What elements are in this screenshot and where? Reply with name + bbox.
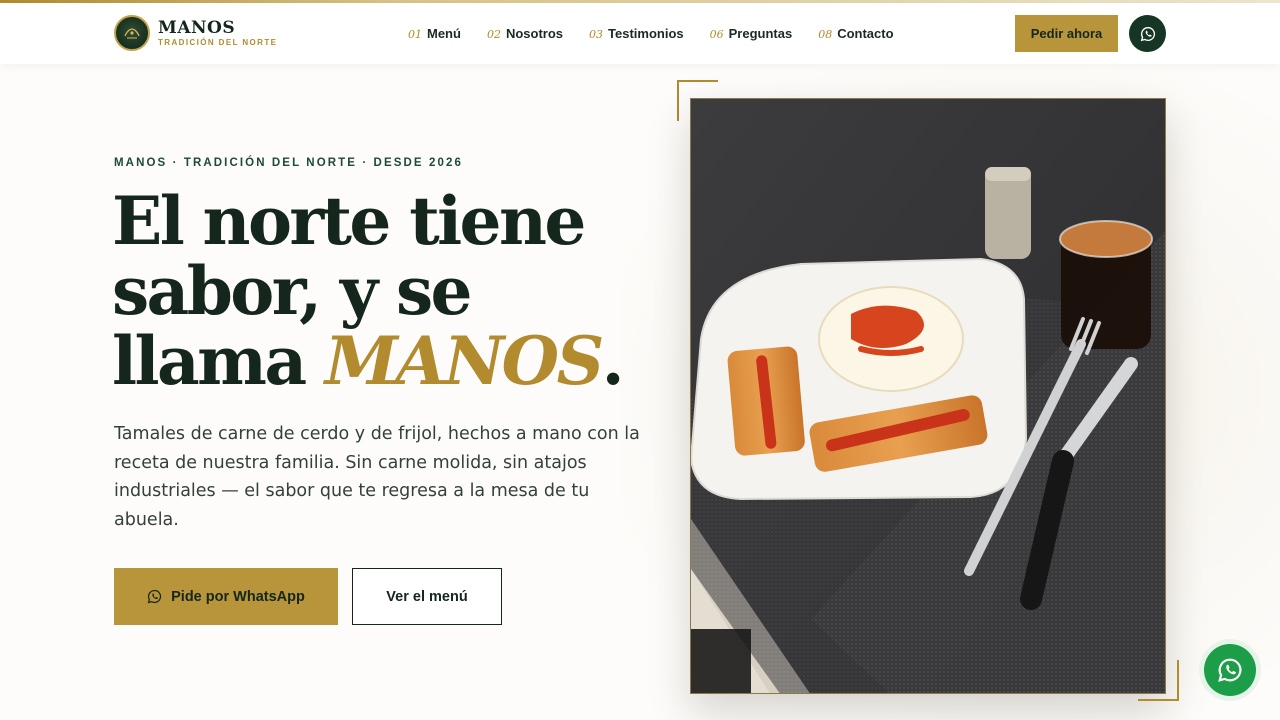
logo[interactable]: MANOS TRADICIÓN DEL NORTE [114,15,277,51]
header-whatsapp-button[interactable] [1129,15,1166,52]
nav-label: Preguntas [728,25,793,41]
nav-item-contacto[interactable]: 08 Contacto [818,26,893,41]
nav-item-testimonios[interactable]: 03 Testimonios [589,26,684,41]
hero-title: El norte tiene sabor, y se llama MANOS. [112,186,632,396]
nav-label: Testimonios [608,25,684,41]
whatsapp-icon [147,589,162,604]
hero-title-line2: sabor, y se [112,252,473,330]
hero-food-photo [690,98,1166,694]
floating-whatsapp-button[interactable] [1199,639,1261,701]
hero-title-line3-prefix: llama [112,322,325,400]
hero-title-line1: El norte tiene [112,182,586,260]
nav-number: 08 [818,27,833,41]
brand-tagline: TRADICIÓN DEL NORTE [158,37,278,47]
hero-title-accent: MANOS [324,322,604,400]
hero-eyebrow: MANOS · TRADICIÓN DEL NORTE · DESDE 2026 [114,157,463,169]
hero-title-period: . [601,322,625,400]
order-now-button[interactable]: Pedir ahora [1015,15,1118,52]
nav-label: Nosotros [505,25,564,41]
whatsapp-order-label: Pide por WhatsApp [171,588,305,605]
hero-lead: Tamales de carne de cerdo y de frijol, h… [114,424,640,530]
nav-item-preguntas[interactable]: 06 Preguntas [710,26,793,41]
view-menu-button[interactable]: Ver el menú [352,568,502,625]
nav-number: 01 [408,27,422,41]
whatsapp-order-button[interactable]: Pide por WhatsApp [114,568,338,625]
logo-badge-icon [114,15,150,51]
main-nav: 01 Menú 02 Nosotros 03 Testimonios 06 Pr… [408,23,920,43]
nav-item-menu[interactable]: 01 Menú [408,26,461,41]
nav-number: 02 [486,27,501,41]
nav-label: Menú [427,25,461,41]
site-header: MANOS TRADICIÓN DEL NORTE 01 Menú 02 Nos… [0,3,1280,64]
nav-number: 03 [589,27,604,41]
whatsapp-icon [1218,658,1242,682]
nav-item-nosotros[interactable]: 02 Nosotros [487,26,563,41]
brand-name: MANOS [158,17,236,38]
photo-frame-corner-bottom-right [1138,660,1179,701]
nav-number: 06 [709,27,724,41]
whatsapp-icon [1140,26,1155,41]
nav-label: Contacto [837,25,894,41]
